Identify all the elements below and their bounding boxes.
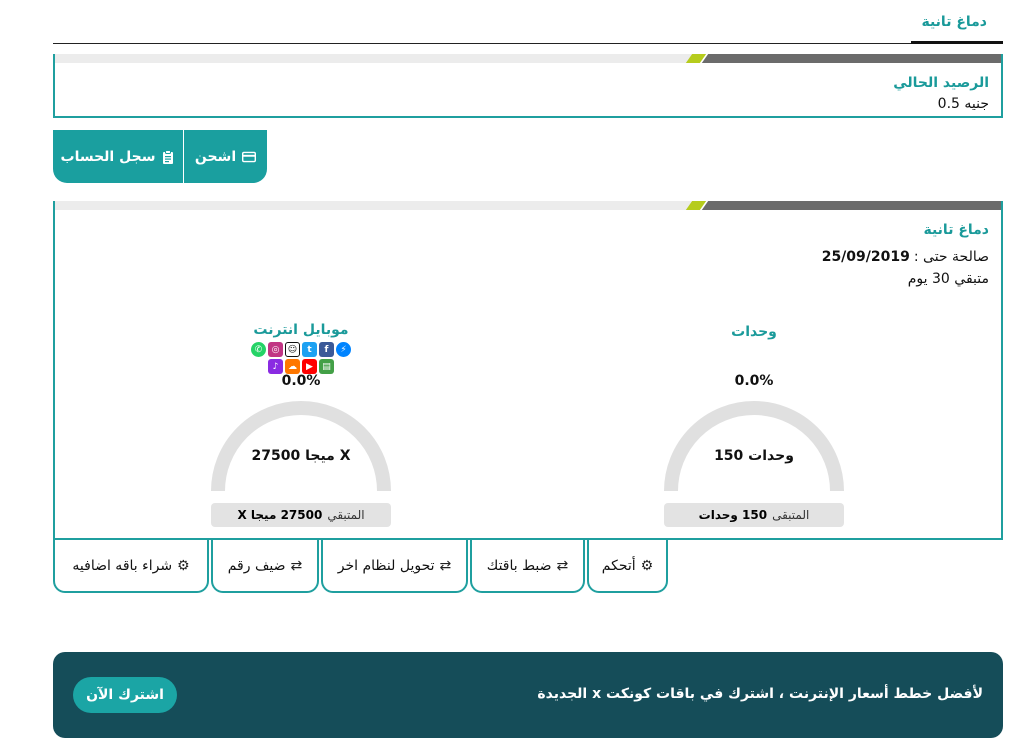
switch-system-label: تحويل لنظام اخر bbox=[337, 557, 435, 574]
snapchat-icon: ☺ bbox=[285, 342, 300, 357]
clipboard-icon bbox=[163, 149, 174, 164]
units-gauge-percent: 0.0% bbox=[734, 373, 774, 389]
facebook-icon: f bbox=[319, 342, 334, 357]
tab-bar: دماغ تانية bbox=[53, 0, 1003, 44]
anghami-icon: ♪ bbox=[268, 359, 283, 374]
balance-title: الرصيد الحالي bbox=[893, 75, 989, 91]
internet-gauge: موبايل انترنت ✆ ◎ ☺ t f ⚡ ♪ ☁ ▶ ▤ 0.0% 2… bbox=[206, 320, 396, 540]
units-gauge-title: وحدات bbox=[731, 324, 777, 340]
units-remaining-value: 150 وحدات bbox=[698, 508, 768, 522]
units-gauge-center-value: 150 وحدات bbox=[714, 448, 794, 464]
internet-remaining-value: 27500 ميجا X bbox=[237, 508, 323, 522]
add-number-button[interactable]: ⇄ ضيف رقم bbox=[211, 540, 319, 593]
panel-header-strip bbox=[55, 201, 1001, 210]
promo-banner: لأفضل خطط أسعار الإنترنت ، اشترك في باقا… bbox=[53, 652, 1003, 738]
internet-gauge-percent: 0.0% bbox=[281, 373, 321, 389]
twitter-icon: t bbox=[302, 342, 317, 357]
buy-extra-package-button[interactable]: ⚙ شراء باقه اضافيه bbox=[53, 540, 209, 593]
youtube-icon: ▶ bbox=[302, 359, 317, 374]
gear-icon: ⚙ bbox=[177, 557, 190, 574]
panel-header-strip bbox=[55, 54, 1001, 63]
units-gauge: وحدات 0.0% 150 وحدات المتبقى 150 وحدات bbox=[659, 320, 849, 540]
control-label: أتحكم bbox=[601, 557, 636, 574]
internet-remaining-label: المتبقي bbox=[327, 508, 365, 522]
balance-panel: الرصيد الحالي 0.5 جنيه bbox=[53, 54, 1003, 118]
recharge-label: اشحن bbox=[194, 148, 237, 165]
promo-text: لأفضل خطط أسعار الإنترنت ، اشترك في باقا… bbox=[537, 686, 983, 702]
internet-gauge-center-value: 27500 ميجا X bbox=[251, 448, 351, 464]
tgram-icon: ▤ bbox=[319, 359, 334, 374]
valid-until-label: صالحة حتى : bbox=[913, 249, 989, 265]
package-panel: دماغ تانية صالحة حتى : 25/09/2019 متبقي … bbox=[53, 201, 1003, 540]
messenger-icon: ⚡ bbox=[336, 342, 351, 357]
swap-arrows-icon: ⇄ bbox=[556, 557, 569, 574]
whatsapp-icon: ✆ bbox=[251, 342, 266, 357]
recharge-button[interactable]: اشحن bbox=[184, 130, 267, 183]
adjust-package-button[interactable]: ⇄ ضبط باقتك bbox=[470, 540, 585, 593]
credit-card-icon bbox=[242, 151, 257, 162]
soundcloud-icon: ☁ bbox=[285, 359, 300, 374]
adjust-package-label: ضبط باقتك bbox=[486, 557, 552, 574]
account-history-button[interactable]: سجل الحساب bbox=[53, 130, 184, 183]
buy-extra-package-label: شراء باقه اضافيه bbox=[72, 557, 173, 574]
gear-icon: ⚙ bbox=[640, 557, 654, 574]
balance-value: 0.5 جنيه bbox=[937, 96, 989, 112]
tab-label: دماغ تانية bbox=[921, 14, 987, 30]
units-gauge-arc bbox=[664, 401, 844, 492]
units-remaining-pill: المتبقى 150 وحدات bbox=[664, 503, 844, 527]
control-button[interactable]: ⚙ أتحكم bbox=[587, 540, 668, 593]
account-actions: سجل الحساب اشحن bbox=[53, 130, 267, 183]
swap-arrows-icon: ⇄ bbox=[290, 557, 303, 574]
subscribe-now-label: اشترك الآن bbox=[86, 687, 164, 703]
tab-dimagh-tanya[interactable]: دماغ تانية bbox=[911, 0, 1003, 44]
package-title: دماغ تانية bbox=[923, 222, 989, 238]
swap-arrows-icon: ⇄ bbox=[439, 557, 452, 574]
switch-system-button[interactable]: ⇄ تحويل لنظام اخر bbox=[321, 540, 468, 593]
valid-until-date: 25/09/2019 bbox=[821, 249, 910, 265]
account-history-label: سجل الحساب bbox=[60, 148, 156, 165]
units-remaining-label: المتبقى bbox=[772, 508, 810, 522]
package-remaining-days: متبقي 30 يوم bbox=[907, 271, 989, 287]
instagram-icon: ◎ bbox=[268, 342, 283, 357]
internet-remaining-pill: المتبقي 27500 ميجا X bbox=[211, 503, 391, 527]
app-icons: ✆ ◎ ☺ t f ⚡ ♪ ☁ ▶ ▤ bbox=[206, 342, 396, 374]
internet-gauge-title: موبايل انترنت bbox=[253, 322, 349, 338]
internet-gauge-arc bbox=[211, 401, 391, 492]
subscribe-now-button[interactable]: اشترك الآن bbox=[73, 677, 177, 713]
package-valid-until: صالحة حتى : 25/09/2019 bbox=[822, 249, 989, 265]
add-number-label: ضيف رقم bbox=[227, 557, 286, 574]
